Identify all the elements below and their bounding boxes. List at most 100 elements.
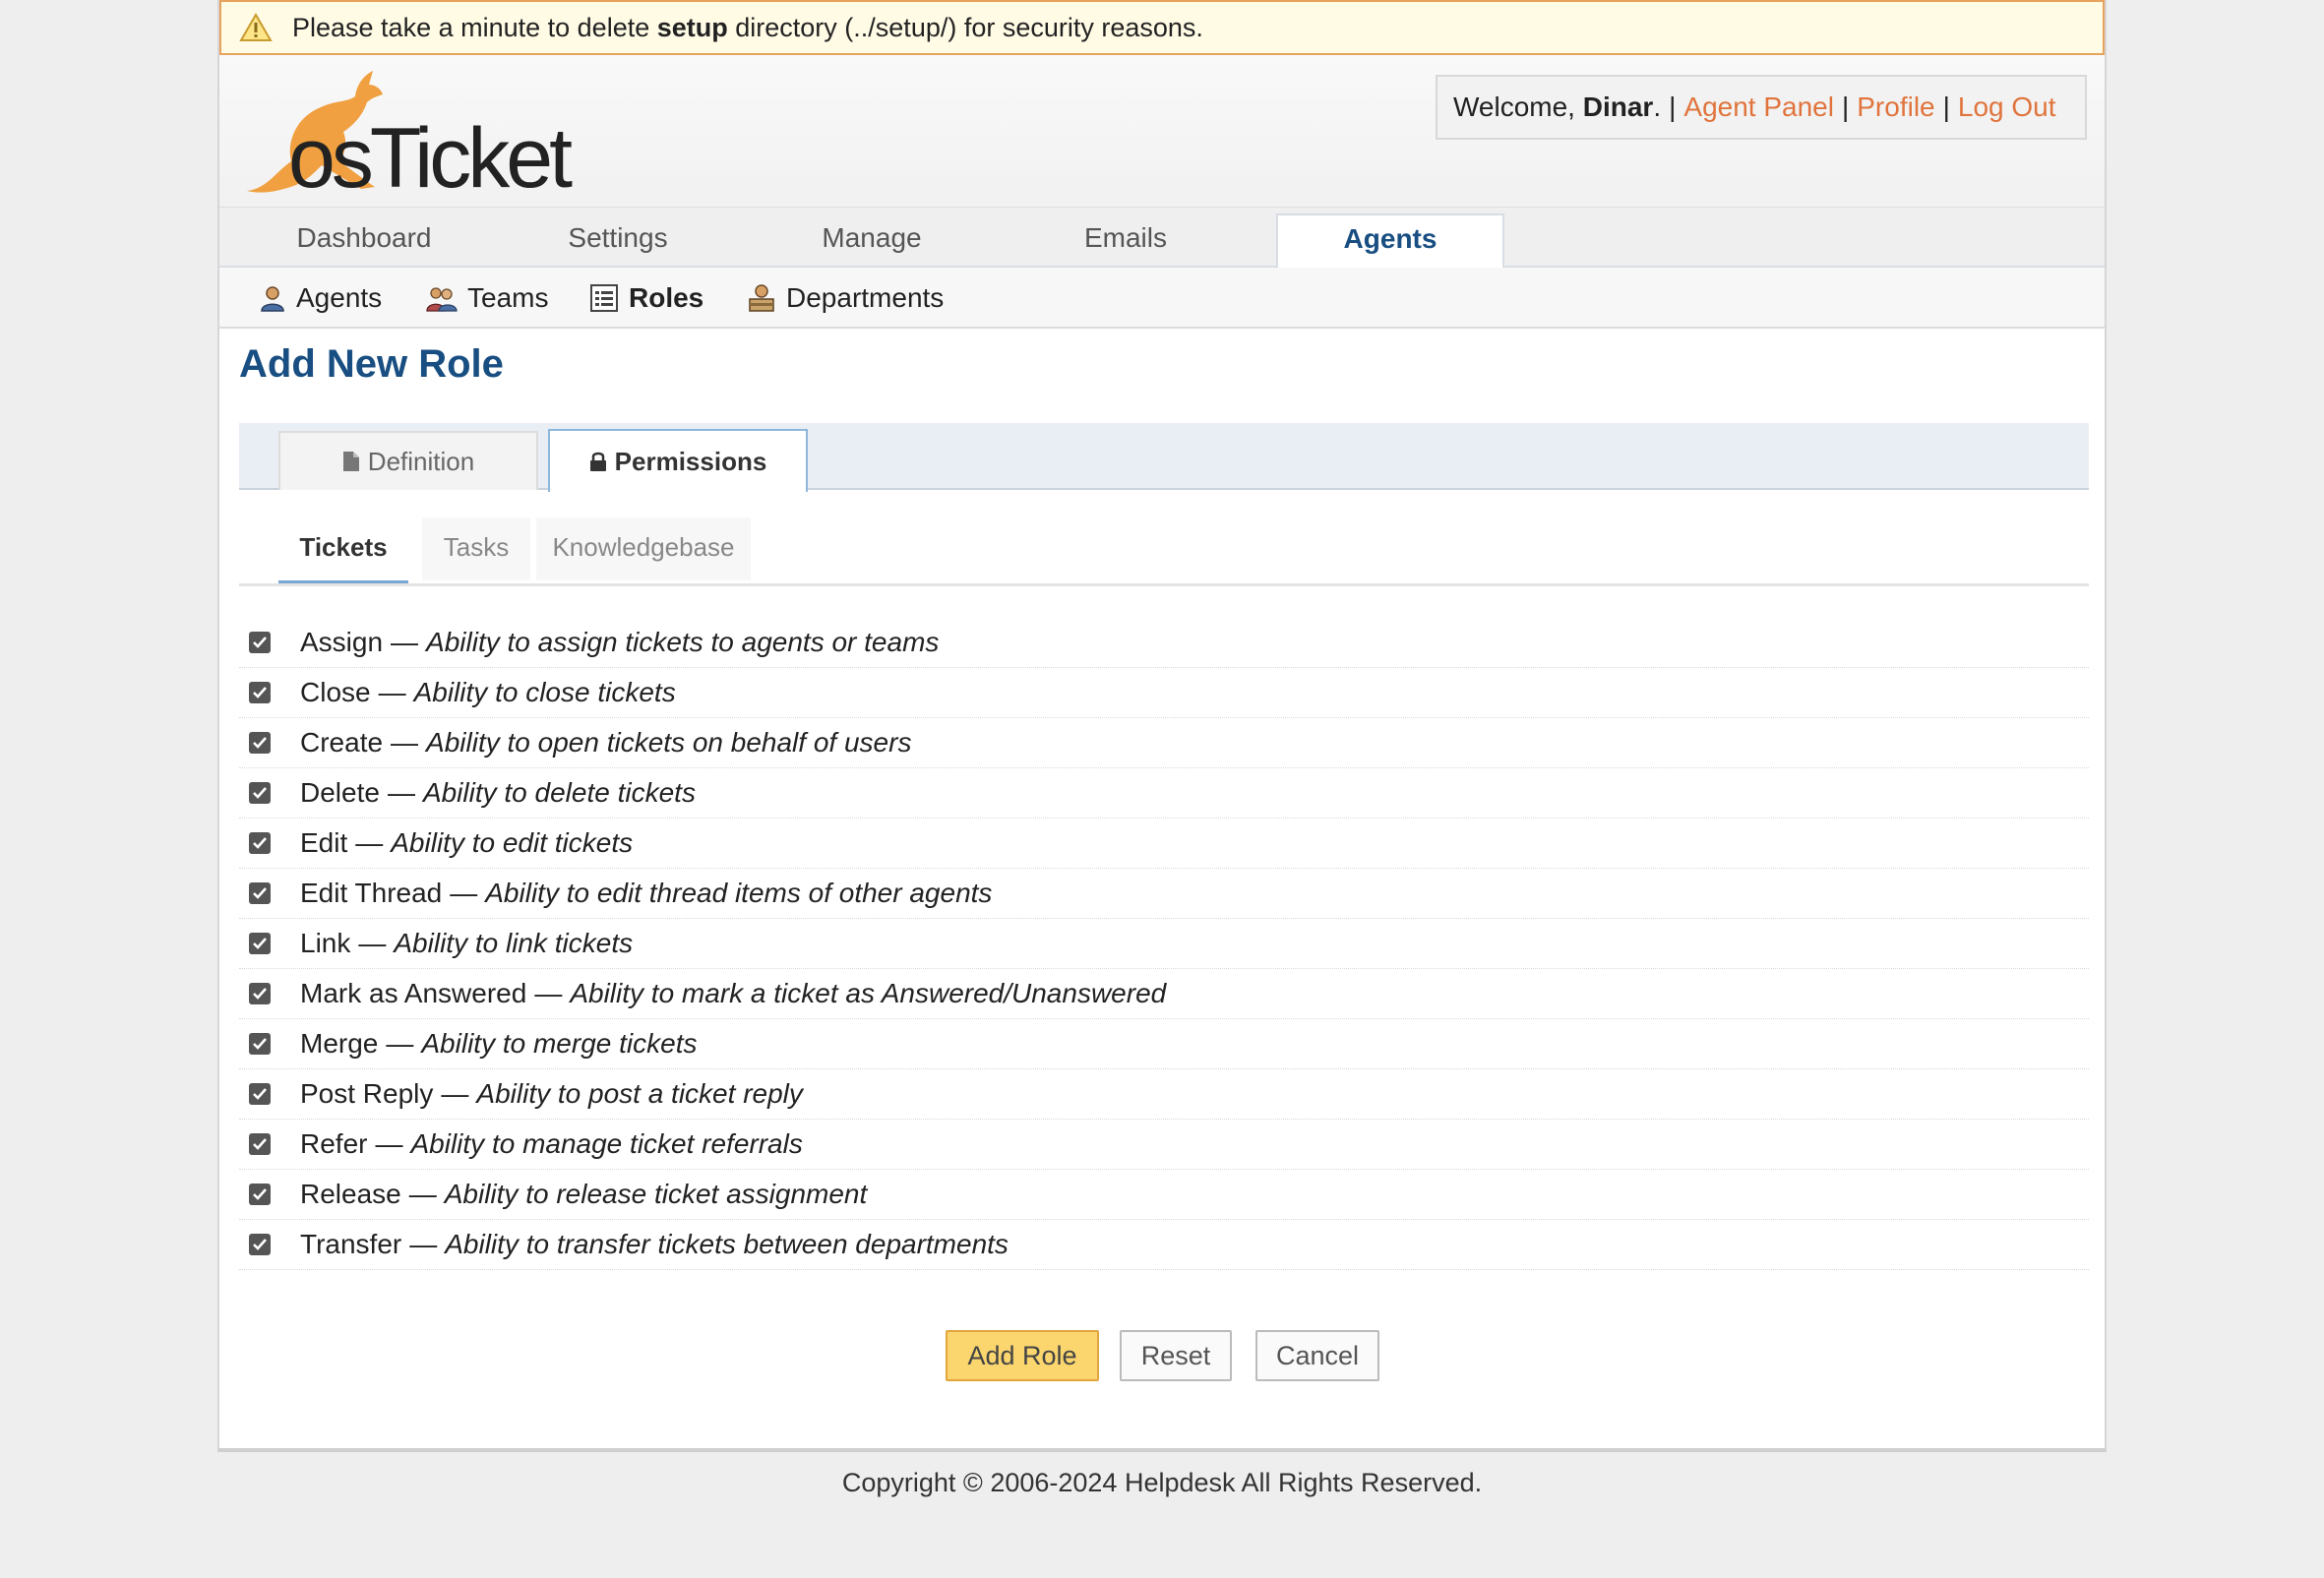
subnav-label: Agents — [296, 282, 383, 313]
role-tabs: Definition Permissions — [239, 423, 2089, 492]
permission-checkbox[interactable] — [249, 682, 271, 703]
main-nav: Dashboard Settings Manage Emails Agents — [219, 207, 2105, 269]
permission-name: Close — [300, 677, 371, 707]
permission-checkbox[interactable] — [249, 933, 271, 954]
permission-name: Refer — [300, 1128, 368, 1159]
cancel-button[interactable]: Cancel — [1255, 1330, 1379, 1381]
permission-description: Ability to open tickets on behalf of use… — [426, 727, 912, 758]
permission-description: Ability to transfer tickets between depa… — [445, 1229, 1009, 1259]
subtab-tickets[interactable]: Tickets — [278, 517, 408, 583]
check-icon — [253, 1188, 267, 1200]
tab-definition[interactable]: Definition — [278, 431, 538, 490]
sub-nav: Agents Teams Roles Departments — [219, 268, 2105, 329]
permission-name: Edit — [300, 827, 348, 858]
footer-copyright: Copyright © 2006-2024 Helpdesk All Right… — [841, 1468, 1483, 1497]
permission-row: Link — Ability to link tickets — [239, 919, 2089, 969]
permission-description: Ability to delete tickets — [422, 777, 696, 808]
agent-icon — [261, 286, 284, 312]
permission-checkbox[interactable] — [249, 1184, 271, 1205]
permission-dash: — — [391, 627, 419, 657]
permissions-list: Assign — Ability to assign tickets to agen… — [239, 618, 2089, 1270]
check-icon — [253, 1138, 267, 1150]
subnav-item-agents[interactable]: Agents — [259, 268, 382, 329]
subnav-item-teams[interactable]: Teams — [426, 268, 548, 329]
logout-link[interactable]: Log Out — [1958, 91, 2056, 123]
permission-dash: — — [375, 1128, 403, 1159]
check-icon — [253, 1239, 267, 1250]
permission-checkbox[interactable] — [249, 882, 271, 904]
lock-icon — [589, 452, 606, 471]
permission-description: Ability to edit thread items of other ag… — [485, 878, 993, 908]
tab-permissions[interactable]: Permissions — [548, 429, 808, 492]
agent-panel-link[interactable]: Agent Panel — [1683, 91, 1834, 123]
permission-row: Release — Ability to release ticket assign… — [239, 1170, 2089, 1220]
notice-suffix: directory (../setup/) for security reaso… — [727, 12, 1203, 42]
permission-checkbox[interactable] — [249, 1083, 271, 1105]
permission-row: Create — Ability to open tickets on behalf… — [239, 718, 2089, 768]
permission-description: Ability to mark a ticket as Answered/Una… — [570, 978, 1167, 1008]
permission-checkbox[interactable] — [249, 732, 271, 754]
main-container: Please take a minute to delete setup dir… — [217, 0, 2107, 1452]
list-icon — [590, 284, 618, 312]
check-icon — [253, 988, 267, 1000]
permission-dash: — — [450, 878, 478, 908]
permission-description: Ability to release ticket assignment — [444, 1179, 868, 1209]
welcome-suffix: . — [1653, 91, 1662, 122]
subtab-knowledgebase[interactable]: Knowledgebase — [536, 517, 751, 580]
header: osTicket Welcome, Dinar . | Agent Panel … — [219, 55, 2105, 207]
permission-row: Edit Thread — Ability to edit thread items… — [239, 869, 2089, 919]
reset-button[interactable]: Reset — [1120, 1330, 1232, 1381]
nav-tab-settings[interactable]: Settings — [505, 208, 731, 269]
permission-row: Close — Ability to close tickets — [239, 668, 2089, 718]
check-icon — [253, 787, 267, 799]
permission-description: Ability to post a ticket reply — [476, 1078, 803, 1109]
permission-name: Link — [300, 928, 351, 958]
check-icon — [253, 1038, 267, 1050]
profile-link[interactable]: Profile — [1857, 91, 1934, 123]
permission-dash: — — [355, 827, 384, 858]
subnav-label: Teams — [467, 282, 549, 313]
separator: | — [1841, 91, 1850, 122]
permission-row: Delete — Ability to delete tickets — [239, 768, 2089, 819]
permission-row: Merge — Ability to merge tickets — [239, 1019, 2089, 1069]
permission-checkbox[interactable] — [249, 832, 271, 854]
permission-checkbox[interactable] — [249, 782, 271, 804]
permission-row: Mark as Answered — Ability to mark a ticke… — [239, 969, 2089, 1019]
permission-name: Mark as Answered — [300, 978, 527, 1008]
permission-name: Post Reply — [300, 1078, 434, 1109]
user-name: Dinar — [1582, 91, 1654, 122]
permission-checkbox[interactable] — [249, 632, 271, 653]
permission-row: Transfer — Ability to transfer tickets bet… — [239, 1220, 2089, 1270]
permission-row: Assign — Ability to assign tickets to agen… — [239, 618, 2089, 668]
tab-permissions-label: Permissions — [614, 446, 767, 476]
kangaroo-logo-icon: osTicket — [247, 71, 577, 206]
notice-bold: setup — [656, 12, 728, 42]
warning-icon — [239, 13, 273, 41]
check-icon — [253, 1088, 267, 1100]
page-title: Add New Role — [239, 342, 504, 386]
permission-description: Ability to close tickets — [413, 677, 676, 707]
subtab-tasks[interactable]: Tasks — [422, 517, 530, 580]
permission-name: Edit Thread — [300, 878, 443, 908]
permission-checkbox[interactable] — [249, 983, 271, 1004]
check-icon — [253, 938, 267, 949]
separator: | — [1942, 91, 1950, 122]
permission-description: Ability to merge tickets — [421, 1028, 698, 1059]
user-box: Welcome, Dinar . | Agent Panel | Profile… — [1436, 75, 2087, 140]
subnav-item-roles[interactable]: Roles — [589, 268, 703, 329]
add-role-button[interactable]: Add Role — [946, 1330, 1099, 1381]
permission-name: Delete — [300, 777, 380, 808]
subnav-item-departments[interactable]: Departments — [747, 268, 944, 329]
welcome-prefix: Welcome, — [1453, 91, 1583, 122]
nav-tab-dashboard[interactable]: Dashboard — [251, 208, 477, 269]
permission-dash: — — [386, 1028, 414, 1059]
notice-prefix: Please take a minute to delete — [292, 12, 657, 42]
permission-checkbox[interactable] — [249, 1234, 271, 1255]
permission-checkbox[interactable] — [249, 1133, 271, 1155]
nav-tab-emails[interactable]: Emails — [1012, 208, 1239, 269]
osticket-logo[interactable]: osTicket — [237, 63, 650, 206]
nav-tab-agents[interactable]: Agents — [1276, 213, 1504, 269]
nav-tab-manage[interactable]: Manage — [759, 208, 985, 269]
permission-name: Transfer — [300, 1229, 402, 1259]
permission-checkbox[interactable] — [249, 1033, 271, 1055]
